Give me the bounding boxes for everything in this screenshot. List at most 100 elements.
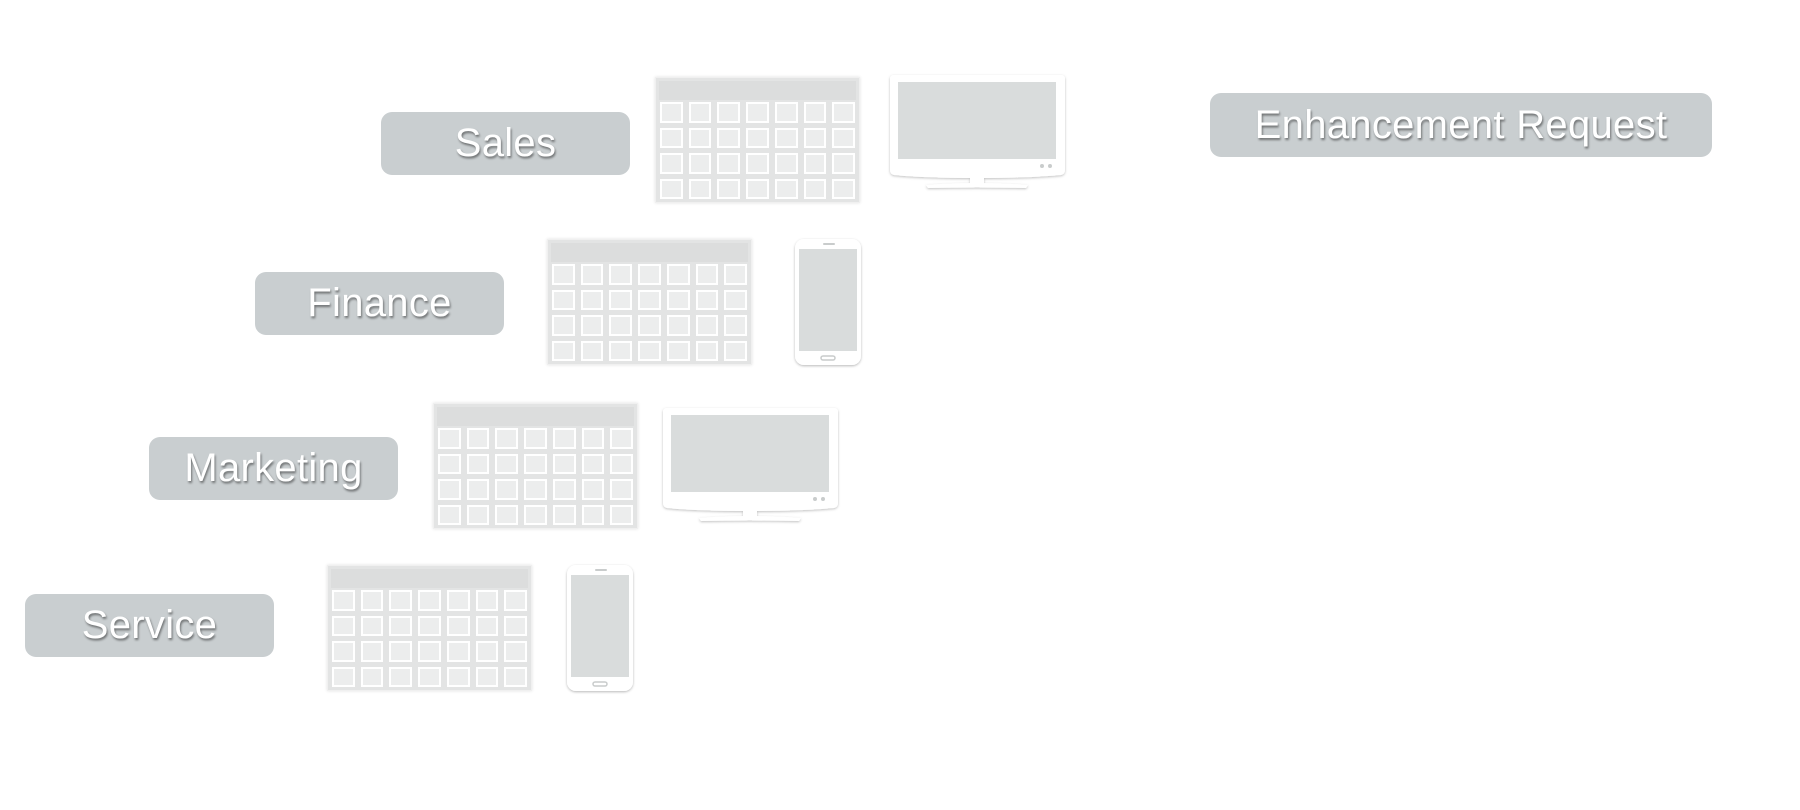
calendar-cell [466, 453, 490, 474]
calendar-cell [695, 315, 719, 336]
monitor-icon [890, 75, 1065, 195]
calendar-cell [524, 504, 547, 525]
calendar-cell [695, 340, 719, 361]
calendar-cell [638, 289, 661, 310]
calendar-cell [438, 479, 461, 500]
calendar-cell [666, 340, 690, 361]
calendar-cell [666, 264, 690, 285]
calendar-grid-icon [547, 239, 752, 365]
calendar-cell [332, 590, 355, 611]
calendar-cell [724, 340, 747, 361]
calendar-cell [360, 590, 384, 611]
calendar-grid-icon [433, 403, 638, 529]
calendar-cell [418, 666, 441, 687]
calendar-cell [609, 289, 633, 310]
calendar-cell [609, 340, 633, 361]
calendar-cell [832, 153, 855, 174]
marketing-label: Marketing [149, 437, 398, 500]
calendar-cell [418, 615, 441, 636]
calendar-cell [332, 641, 355, 662]
calendar-cell [609, 315, 633, 336]
calendar-cell [446, 615, 470, 636]
calendar-cell [746, 153, 769, 174]
calendar-cell [695, 264, 719, 285]
calendar-cell [552, 428, 576, 449]
calendar-cell [717, 127, 741, 148]
calendar-cell [774, 153, 798, 174]
calendar-cell [803, 102, 827, 123]
calendar-cell [495, 479, 519, 500]
calendar-cell [724, 289, 747, 310]
calendar-cell [660, 178, 683, 199]
calendar-cell [438, 504, 461, 525]
calendar-cell [746, 178, 769, 199]
calendar-cell [609, 264, 633, 285]
calendar-cell [446, 590, 470, 611]
calendar-cell [475, 615, 499, 636]
calendar-cell [774, 102, 798, 123]
calendar-cell [724, 315, 747, 336]
calendar-cell [475, 641, 499, 662]
calendar-cell [581, 479, 605, 500]
calendar-cell [695, 289, 719, 310]
calendar-cell [638, 340, 661, 361]
calendar-cell [389, 590, 413, 611]
calendar-cell [688, 102, 712, 123]
calendar-cell [475, 590, 499, 611]
calendar-cell [746, 127, 769, 148]
calendar-cell [552, 453, 576, 474]
calendar-cell [552, 340, 575, 361]
finance-label: Finance [255, 272, 504, 335]
phone-icon [566, 564, 636, 694]
calendar-cell [552, 479, 576, 500]
calendar-cell [504, 590, 527, 611]
sales-label: Sales [381, 112, 630, 175]
calendar-cell [495, 453, 519, 474]
calendar-cell [495, 504, 519, 525]
calendar-cell [504, 641, 527, 662]
calendar-cell [552, 264, 575, 285]
calendar-cell [803, 127, 827, 148]
calendar-cell [552, 504, 576, 525]
calendar-cell [774, 178, 798, 199]
calendar-cell [803, 178, 827, 199]
calendar-grid-icon [327, 565, 532, 691]
calendar-cell [717, 153, 741, 174]
calendar-cell [475, 666, 499, 687]
calendar-cell [580, 264, 604, 285]
calendar-cell [332, 666, 355, 687]
calendar-cell [832, 178, 855, 199]
service-label: Service [25, 594, 274, 657]
calendar-cell [724, 264, 747, 285]
calendar-cell [581, 504, 605, 525]
calendar-cell [524, 479, 547, 500]
calendar-cell [717, 178, 741, 199]
calendar-cell [660, 102, 683, 123]
calendar-cell [580, 289, 604, 310]
calendar-cell [688, 178, 712, 199]
monitor-icon [663, 408, 838, 528]
calendar-cell [504, 666, 527, 687]
calendar-cell [446, 666, 470, 687]
calendar-cell [466, 504, 490, 525]
calendar-cell [438, 428, 461, 449]
enhancement-request-label: Enhancement Request [1210, 93, 1712, 157]
calendar-cell [832, 127, 855, 148]
calendar-cell [638, 315, 661, 336]
calendar-cell [803, 153, 827, 174]
calendar-cell [688, 127, 712, 148]
calendar-cell [524, 428, 547, 449]
calendar-cell [552, 315, 575, 336]
calendar-cell [610, 479, 633, 500]
calendar-cell [524, 453, 547, 474]
calendar-cell [581, 428, 605, 449]
calendar-cell [438, 453, 461, 474]
calendar-cell [360, 615, 384, 636]
calendar-cell [580, 340, 604, 361]
calendar-cell [666, 315, 690, 336]
calendar-cell [504, 615, 527, 636]
calendar-cell [389, 615, 413, 636]
calendar-cell [332, 615, 355, 636]
calendar-cell [580, 315, 604, 336]
calendar-grid-icon [655, 77, 860, 203]
